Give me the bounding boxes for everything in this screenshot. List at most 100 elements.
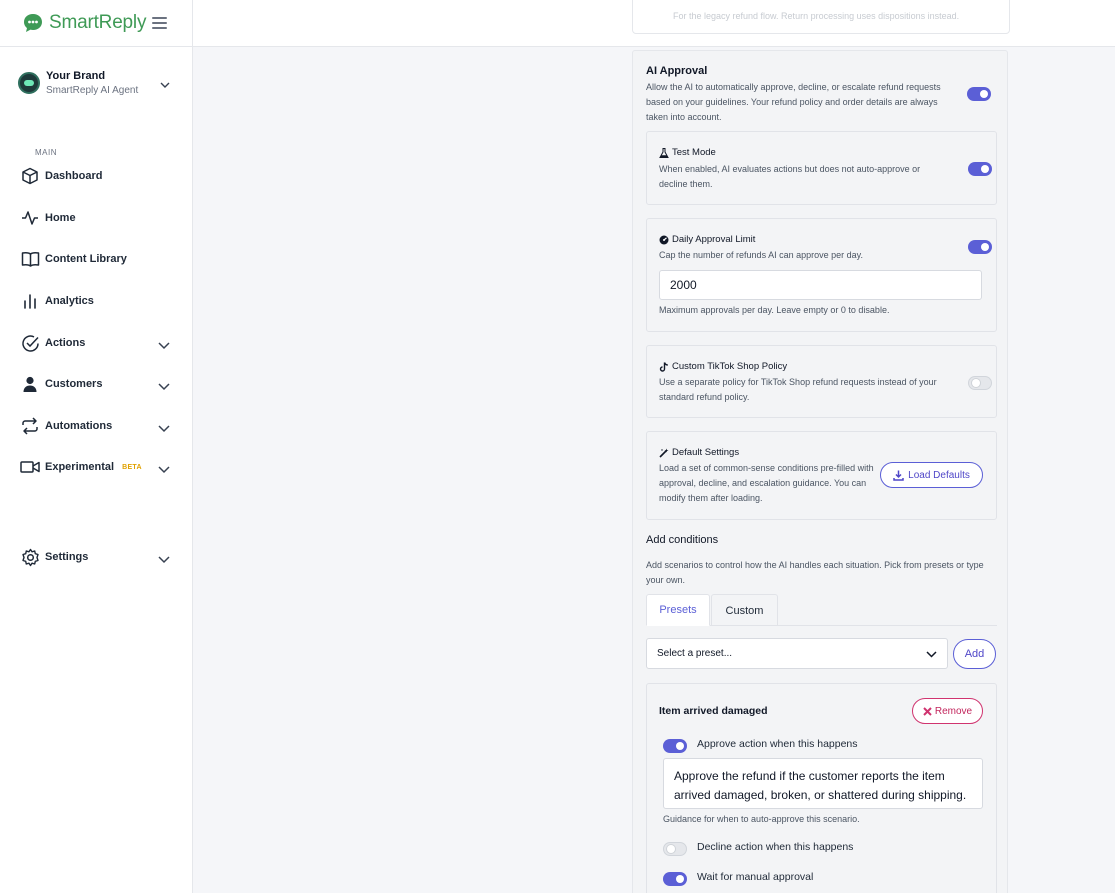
tab-custom[interactable]: Custom — [711, 594, 778, 626]
brand-subtitle: SmartReply AI Agent — [46, 85, 139, 96]
cube-icon — [20, 166, 40, 186]
sidebar-item-content-library[interactable]: Content Library — [20, 246, 172, 272]
tiktok-policy-toggle[interactable] — [968, 376, 992, 390]
ai-approval-description: Allow the AI to automatically approve, d… — [646, 82, 941, 122]
legacy-refund-note: For the legacy refund flow. Return proce… — [673, 11, 960, 21]
decline-toggle[interactable] — [663, 842, 687, 856]
add-preset-button[interactable]: Add — [953, 639, 996, 669]
chevron-down-icon — [160, 76, 170, 94]
condition-title: Item arrived damaged — [659, 705, 768, 717]
conditions-tabs: Presets Custom — [646, 594, 997, 626]
ai-approval-toggle[interactable] — [967, 87, 991, 101]
tab-presets[interactable]: Presets — [646, 594, 710, 626]
sidebar-item-analytics[interactable]: Analytics — [20, 288, 172, 314]
sidebar-item-label: Actions — [45, 337, 86, 349]
preset-select-value: Select a preset... — [657, 648, 733, 659]
chat-bubble-logo-icon — [22, 12, 44, 34]
sidebar-item-automations[interactable]: Automations — [20, 413, 172, 439]
tiktok-icon — [659, 361, 669, 372]
default-settings-card: Default Settings Load a set of common-se… — [646, 431, 997, 520]
sidebar-item-label: Automations — [45, 420, 113, 432]
remove-condition-button[interactable]: Remove — [912, 698, 983, 724]
wait-manual-label: Wait for manual approval — [697, 871, 814, 883]
gear-icon — [20, 547, 40, 567]
test-mode-description: When enabled, AI evaluates actions but d… — [659, 164, 921, 189]
magic-wand-icon — [659, 448, 669, 458]
ai-approval-title: AI Approval — [646, 65, 708, 77]
tiktok-title: Custom TikTok Shop Policy — [672, 361, 788, 372]
sidebar-item-label: Customers — [45, 378, 103, 390]
preset-select[interactable]: Select a preset... — [646, 638, 948, 669]
chevron-down-icon — [926, 650, 937, 661]
tiktok-title-row: Custom TikTok Shop Policy — [659, 361, 787, 372]
remove-label: Remove — [934, 705, 973, 717]
chevron-down-icon — [158, 378, 170, 396]
daily-limit-description: Cap the number of refunds AI can approve… — [659, 250, 863, 260]
chevron-down-icon — [158, 337, 170, 355]
brand-avatar — [18, 72, 40, 94]
sidebar: SmartReply Your Brand SmartReply AI Agen… — [0, 0, 193, 893]
default-settings-description: Load a set of common-sense conditions pr… — [659, 463, 874, 503]
activity-icon — [20, 208, 40, 228]
sidebar-item-label: Experimental — [45, 461, 115, 473]
legacy-refund-card: For the legacy refund flow. Return proce… — [632, 0, 1010, 34]
beta-badge: BETA — [122, 463, 142, 471]
gauge-icon — [659, 235, 669, 245]
daily-limit-input[interactable] — [659, 270, 982, 300]
sidebar-item-label: Content Library — [45, 253, 127, 265]
approve-guidance-textarea[interactable]: Approve the refund if the customer repor… — [663, 758, 983, 809]
wait-manual-toggle[interactable] — [663, 872, 687, 886]
bar-chart-icon — [20, 291, 40, 311]
close-icon — [923, 706, 932, 716]
default-settings-title: Default Settings — [672, 447, 740, 458]
nav-section-label: MAIN — [35, 148, 57, 157]
check-circle-icon — [20, 333, 40, 353]
flask-icon — [659, 147, 669, 158]
add-conditions-title: Add conditions — [646, 534, 719, 546]
sidebar-item-label: Home — [45, 212, 76, 224]
default-settings-title-row: Default Settings — [659, 447, 739, 458]
sidebar-item-label: Dashboard — [45, 170, 103, 182]
brand-switcher[interactable]: Your Brand SmartReply AI Agent — [18, 63, 176, 103]
sidebar-item-actions[interactable]: Actions — [20, 330, 172, 356]
decline-label: Decline action when this happens — [697, 841, 854, 853]
daily-limit-toggle[interactable] — [968, 240, 992, 254]
daily-limit-card: Daily Approval Limit Cap the number of r… — [646, 218, 997, 332]
sidebar-item-experimental[interactable]: Experimental BETA — [20, 454, 172, 480]
load-defaults-button[interactable]: Load Defaults — [880, 462, 983, 488]
logo-row: SmartReply — [0, 0, 192, 47]
approve-toggle[interactable] — [663, 739, 687, 753]
sidebar-item-dashboard[interactable]: Dashboard — [20, 163, 172, 189]
test-mode-card: Test Mode When enabled, AI evaluates act… — [646, 131, 997, 205]
test-mode-title-row: Test Mode — [659, 147, 716, 158]
load-defaults-label: Load Defaults — [908, 469, 970, 481]
book-open-icon — [20, 249, 40, 269]
sidebar-item-customers[interactable]: Customers — [20, 371, 172, 397]
brand-name: Your Brand — [46, 70, 106, 82]
ai-approval-panel: AI Approval Allow the AI to automaticall… — [632, 50, 1008, 893]
test-mode-toggle[interactable] — [968, 162, 992, 176]
add-conditions-description: Add scenarios to control how the AI hand… — [646, 560, 984, 585]
sidebar-item-label: Settings — [45, 551, 89, 563]
repeat-icon — [20, 416, 40, 436]
daily-limit-title: Daily Approval Limit — [672, 234, 756, 245]
daily-limit-title-row: Daily Approval Limit — [659, 234, 755, 245]
condition-card: Item arrived damaged Remove Approve acti… — [646, 683, 997, 893]
menu-toggle-icon[interactable] — [152, 17, 168, 29]
user-icon — [20, 374, 40, 394]
daily-limit-help: Maximum approvals per day. Leave empty o… — [659, 305, 890, 315]
chevron-down-icon — [158, 551, 170, 569]
chevron-down-icon — [158, 461, 170, 479]
sidebar-item-home[interactable]: Home — [20, 205, 172, 231]
approve-label: Approve action when this happens — [697, 738, 858, 750]
chevron-down-icon — [158, 420, 170, 438]
video-camera-icon — [20, 457, 40, 477]
download-icon — [893, 470, 904, 481]
approve-guidance-help: Guidance for when to auto-approve this s… — [663, 814, 860, 824]
sidebar-item-label: Analytics — [45, 295, 94, 307]
tiktok-policy-card: Custom TikTok Shop Policy Use a separate… — [646, 345, 997, 418]
tiktok-description: Use a separate policy for TikTok Shop re… — [659, 377, 937, 402]
app-logo-text: SmartReply — [49, 12, 147, 33]
sidebar-item-settings[interactable]: Settings — [20, 544, 172, 570]
top-bar: For the legacy refund flow. Return proce… — [193, 0, 1115, 47]
